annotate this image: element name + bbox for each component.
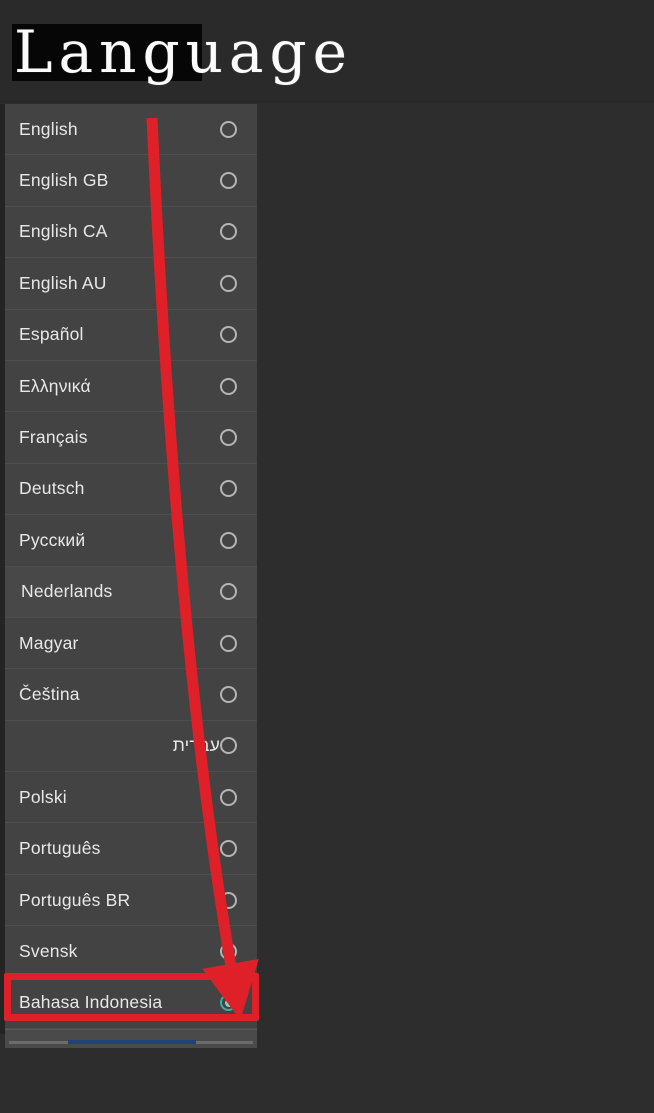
radio-unselected-icon[interactable] [220,326,237,344]
language-label: Português [19,838,101,859]
radio-unselected-icon[interactable] [220,583,237,601]
language-row[interactable]: English GB [5,155,257,207]
radio-unselected-icon[interactable] [220,737,237,755]
language-row[interactable]: Português [5,823,257,875]
radio-unselected-icon[interactable] [220,788,237,806]
language-row[interactable]: Português BR [5,874,257,927]
language-label: Polski [19,786,67,807]
language-settings-screen: Language English English GB English CA Engl… [0,0,654,1113]
language-row[interactable]: Polski [5,772,257,824]
radio-unselected-icon[interactable] [220,172,237,190]
radio-unselected-icon[interactable] [220,274,237,292]
language-row[interactable]: English CA [5,206,257,259]
header-bar: Language [0,0,654,103]
language-label: Svensk [19,940,78,961]
language-list[interactable]: English English GB English CA English AU Esp… [5,104,257,1030]
radio-unselected-icon[interactable] [220,480,237,498]
radio-unselected-icon[interactable] [220,377,237,395]
language-row[interactable]: Magyar [5,617,257,670]
language-label: Magyar [19,632,79,653]
radio-unselected-icon[interactable] [220,891,237,909]
language-label: Español [19,324,84,345]
radio-unselected-icon[interactable] [220,840,237,858]
language-row[interactable]: עברית [5,720,257,773]
radio-unselected-icon[interactable] [220,120,237,138]
radio-unselected-icon[interactable] [220,531,237,549]
language-row[interactable]: Nederlands [5,566,257,618]
language-row[interactable]: English AU [5,258,257,310]
list-partial-row [5,1029,257,1048]
language-label: Русский [19,529,86,550]
language-label: Čeština [19,683,80,704]
language-label: English CA [19,221,108,242]
radio-unselected-icon[interactable] [220,429,237,447]
language-row[interactable]: Ελληνικά [5,360,257,413]
language-row[interactable]: Français [5,412,257,464]
radio-unselected-icon[interactable] [220,685,237,703]
language-label: English [19,118,78,139]
language-label: Nederlands [21,581,113,602]
language-row[interactable]: Español [5,309,257,361]
radio-unselected-icon[interactable] [220,942,237,960]
language-label: עברית [172,735,220,756]
language-row[interactable]: Svensk [5,926,257,978]
language-row[interactable]: Русский [5,515,257,567]
language-label: English AU [19,272,107,293]
language-row[interactable]: Čeština [5,669,257,721]
horizontal-scrollbar-thumb[interactable] [68,1040,196,1044]
language-label: Português BR [19,889,131,910]
page-title: Language [14,18,353,86]
language-label: Ελληνικά [19,375,91,396]
language-label: Deutsch [19,478,85,499]
language-row[interactable]: English [5,104,257,156]
radio-unselected-icon[interactable] [220,223,237,241]
language-row[interactable]: Deutsch [5,463,257,516]
radio-unselected-icon[interactable] [220,634,237,652]
language-label: Français [19,427,88,448]
language-label: English GB [19,170,109,191]
red-highlight-box-bahasa-indonesia [4,973,259,1021]
